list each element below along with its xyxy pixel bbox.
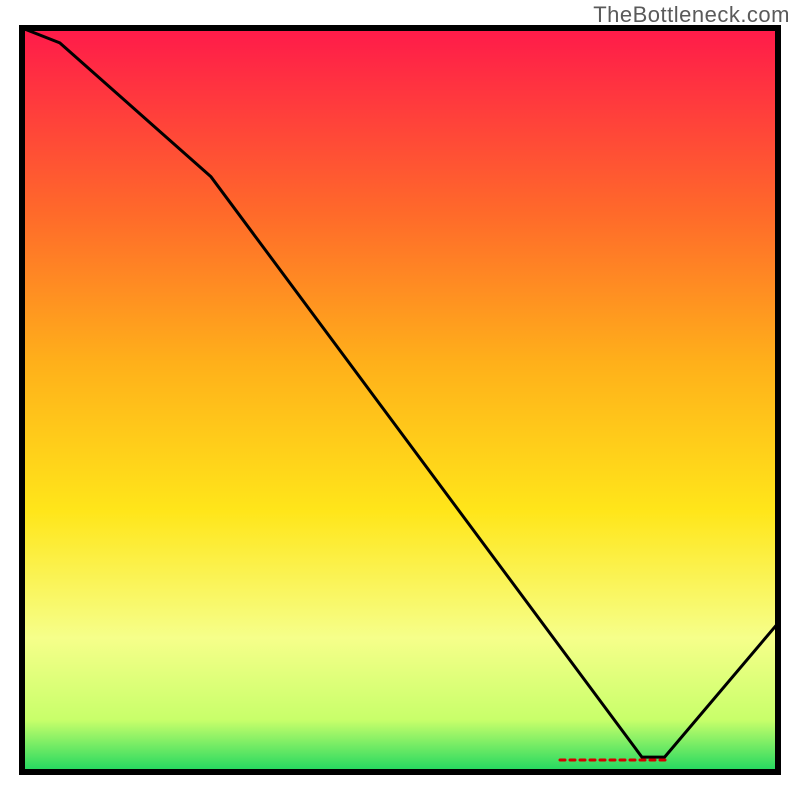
gradient-background bbox=[22, 28, 778, 772]
plot-area bbox=[22, 28, 778, 772]
watermark-text: TheBottleneck.com bbox=[593, 2, 790, 28]
bottleneck-chart bbox=[0, 0, 800, 800]
